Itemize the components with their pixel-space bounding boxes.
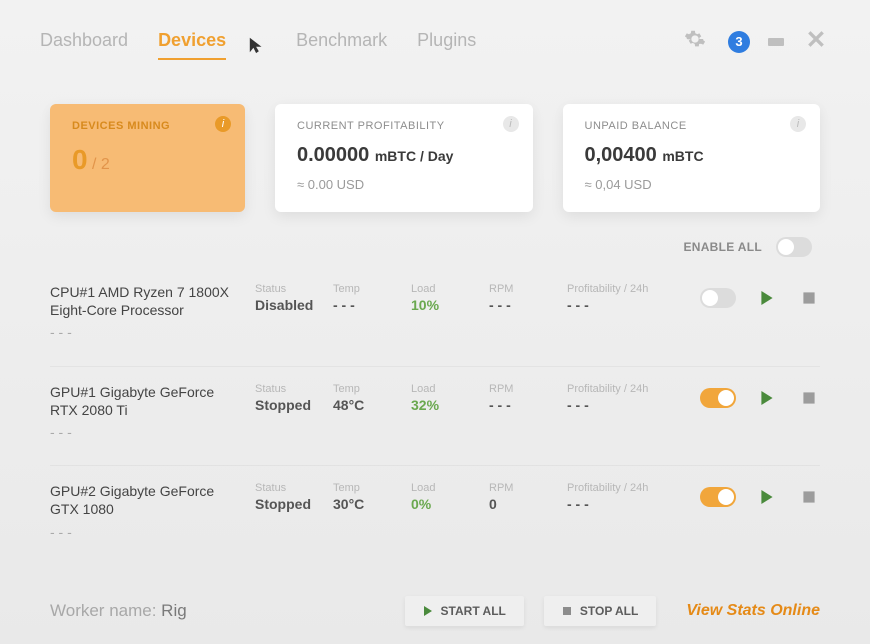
mining-active-count: 0: [72, 144, 88, 175]
device-profit: - - -: [567, 397, 687, 413]
device-enable-toggle[interactable]: [700, 487, 736, 507]
device-rpm: - - -: [489, 297, 567, 313]
device-name: GPU#2 Gigabyte GeForce GTX 1080 - - -: [50, 482, 255, 541]
info-icon[interactable]: i: [503, 116, 519, 132]
summary-cards: i DEVICES MINING 0 / 2 i CURRENT PROFITA…: [0, 69, 870, 237]
col-load-label: Load: [411, 383, 489, 395]
device-temp: - - -: [333, 297, 411, 313]
cursor-icon: [248, 36, 266, 54]
device-status: Stopped: [255, 397, 333, 413]
card-current-profitability: i CURRENT PROFITABILITY 0.00000 mBTC / D…: [275, 104, 533, 212]
worker-label: Worker name:: [50, 601, 161, 620]
balance-usd: ≈ 0,04 USD: [585, 177, 799, 192]
nav-devices[interactable]: Devices: [158, 30, 226, 54]
col-profit-label: Profitability / 24h: [567, 283, 687, 295]
nav-dashboard[interactable]: Dashboard: [40, 30, 128, 54]
worker-name-display: Worker name: Rig: [50, 601, 187, 621]
stop-all-label: STOP ALL: [580, 604, 638, 618]
col-profit-label: Profitability / 24h: [567, 383, 687, 395]
device-status: Stopped: [255, 496, 333, 512]
device-name-text: CPU#1 AMD Ryzen 7 1800X Eight-Core Proce…: [50, 283, 237, 319]
col-rpm-label: RPM: [489, 283, 567, 295]
col-rpm-label: RPM: [489, 482, 567, 494]
stop-icon[interactable]: [798, 486, 820, 508]
device-profit: - - -: [567, 496, 687, 512]
col-load-label: Load: [411, 482, 489, 494]
enable-all-toggle[interactable]: [776, 237, 812, 257]
enable-all-row: ENABLE ALL: [0, 237, 870, 267]
device-row: GPU#1 Gigabyte GeForce RTX 2080 Ti - - -…: [50, 366, 820, 466]
col-load-label: Load: [411, 283, 489, 295]
device-load: 10%: [411, 297, 489, 313]
card-title: DEVICES MINING: [72, 120, 223, 132]
card-unpaid-balance: i UNPAID BALANCE 0,00400 mBTC ≈ 0,04 USD: [563, 104, 821, 212]
enable-all-label: ENABLE ALL: [683, 240, 762, 254]
stop-all-button[interactable]: STOP ALL: [544, 596, 656, 626]
col-profit-label: Profitability / 24h: [567, 482, 687, 494]
col-temp-label: Temp: [333, 283, 411, 295]
mining-total-count: 2: [101, 156, 110, 173]
nav-tabs: Dashboard Devices Benchmark Plugins: [40, 30, 476, 54]
col-status-label: Status: [255, 482, 333, 494]
col-status-label: Status: [255, 283, 333, 295]
device-name: CPU#1 AMD Ryzen 7 1800X Eight-Core Proce…: [50, 283, 255, 342]
stop-icon[interactable]: [798, 287, 820, 309]
col-rpm-label: RPM: [489, 383, 567, 395]
device-rpm: - - -: [489, 397, 567, 413]
device-status: Disabled: [255, 297, 333, 313]
play-icon[interactable]: [756, 287, 778, 309]
close-button[interactable]: [802, 25, 830, 58]
info-icon[interactable]: i: [790, 116, 806, 132]
info-icon[interactable]: i: [215, 116, 231, 132]
device-load: 0%: [411, 496, 489, 512]
card-title: CURRENT PROFITABILITY: [297, 120, 511, 132]
device-temp: 30°C: [333, 496, 411, 512]
notifications-badge[interactable]: 3: [728, 31, 750, 53]
profit-unit: mBTC / Day: [375, 148, 454, 164]
profit-number: 0.00000: [297, 144, 369, 166]
nav-plugins[interactable]: Plugins: [417, 30, 476, 54]
ellipsis: - - -: [50, 523, 237, 541]
device-load: 32%: [411, 397, 489, 413]
stop-icon[interactable]: [798, 387, 820, 409]
col-temp-label: Temp: [333, 482, 411, 494]
play-icon[interactable]: [756, 387, 778, 409]
device-enable-toggle[interactable]: [700, 288, 736, 308]
view-stats-link[interactable]: View Stats Online: [686, 602, 820, 620]
minimize-button[interactable]: [768, 38, 784, 46]
device-name: GPU#1 Gigabyte GeForce RTX 2080 Ti - - -: [50, 383, 255, 442]
footer-bar: Worker name: Rig START ALL STOP ALL View…: [0, 596, 870, 626]
gear-icon[interactable]: [680, 24, 710, 59]
device-row: CPU#1 AMD Ryzen 7 1800X Eight-Core Proce…: [50, 267, 820, 366]
mining-sep: /: [88, 156, 101, 173]
balance-unit: mBTC: [662, 148, 703, 164]
ellipsis: - - -: [50, 423, 237, 441]
worker-name: Rig: [161, 601, 187, 620]
start-all-label: START ALL: [441, 604, 506, 618]
nav-benchmark[interactable]: Benchmark: [296, 30, 387, 54]
device-temp: 48°C: [333, 397, 411, 413]
profit-value: 0.00000 mBTC / Day: [297, 144, 511, 167]
card-title: UNPAID BALANCE: [585, 120, 799, 132]
mining-count-row: 0 / 2: [72, 144, 223, 176]
play-icon[interactable]: [756, 486, 778, 508]
balance-value: 0,00400 mBTC: [585, 144, 799, 167]
device-name-text: GPU#2 Gigabyte GeForce GTX 1080: [50, 482, 237, 518]
app-header: Dashboard Devices Benchmark Plugins 3: [0, 0, 870, 69]
col-status-label: Status: [255, 383, 333, 395]
device-name-text: GPU#1 Gigabyte GeForce RTX 2080 Ti: [50, 383, 237, 419]
profit-usd: ≈ 0.00 USD: [297, 177, 511, 192]
device-enable-toggle[interactable]: [700, 388, 736, 408]
device-table: CPU#1 AMD Ryzen 7 1800X Eight-Core Proce…: [0, 267, 870, 565]
play-icon: [423, 606, 433, 616]
start-all-button[interactable]: START ALL: [405, 596, 524, 626]
device-profit: - - -: [567, 297, 687, 313]
device-row: GPU#2 Gigabyte GeForce GTX 1080 - - - St…: [50, 465, 820, 565]
stop-icon: [562, 606, 572, 616]
balance-number: 0,00400: [585, 144, 657, 166]
card-devices-mining: i DEVICES MINING 0 / 2: [50, 104, 245, 212]
col-temp-label: Temp: [333, 383, 411, 395]
ellipsis: - - -: [50, 323, 237, 341]
device-rpm: 0: [489, 496, 567, 512]
